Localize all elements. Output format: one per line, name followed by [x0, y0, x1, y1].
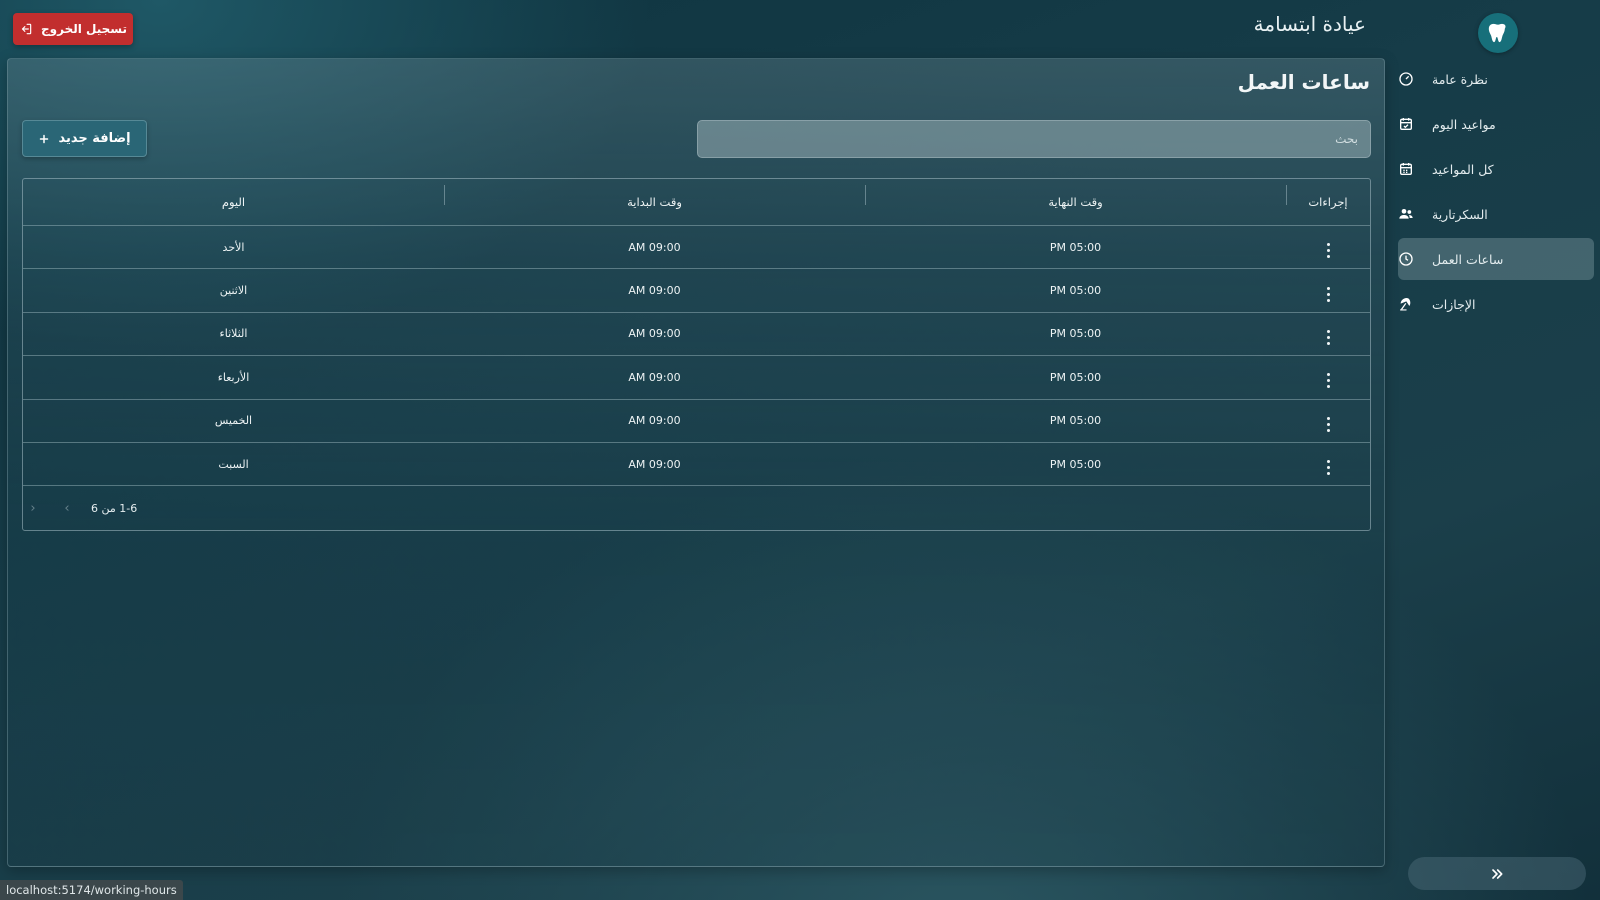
cell-end-time: 05:00 PM [1049, 457, 1102, 471]
sidebar-item-today-appointments[interactable]: مواعيد اليوم [1398, 103, 1594, 145]
clock-icon [1399, 252, 1413, 266]
beach-umbrella-icon [1400, 298, 1411, 311]
row-actions-button[interactable] [1286, 366, 1370, 389]
row-actions-button[interactable] [1286, 453, 1370, 476]
table-row: 05:00 PM 09:00 AM السبت [23, 443, 1370, 487]
plus-icon [40, 134, 49, 143]
cell-start-time: 09:00 AM [628, 457, 681, 471]
cell-day: السبت [218, 457, 249, 471]
row-actions-button[interactable] [1286, 280, 1370, 302]
cell-end-time: 05:00 PM [1049, 240, 1102, 254]
sidebar-item-working-hours[interactable]: ساعات العمل [1398, 238, 1594, 280]
cell-day: الأربعاء [217, 370, 250, 384]
cell-day: الخميس [214, 414, 253, 428]
column-header-end-time[interactable]: وقت النهاية [865, 185, 1286, 209]
cell-start-time: 09:00 AM [628, 370, 681, 384]
cell-day: الأحد [222, 240, 245, 254]
kebab-menu-icon [1326, 373, 1330, 389]
column-header-start-time[interactable]: وقت البداية [444, 185, 865, 209]
pagination-range: 1-6 من 6 [91, 501, 138, 515]
logout-icon [21, 23, 32, 35]
sidebar-item-label: نظرة عامة [1432, 71, 1488, 87]
column-header-actions: إجراءات [1286, 185, 1370, 209]
previous-page-icon[interactable]: ‹ [23, 501, 43, 516]
sidebar-item-all-appointments[interactable]: كل المواعيد [1398, 148, 1594, 190]
table-row: 05:00 PM 09:00 AM الأحد [23, 226, 1370, 270]
add-new-button[interactable]: إضافة جديد [22, 120, 147, 157]
calendar-check-icon [1400, 118, 1412, 130]
clinic-name: عيادة ابتسامة [1253, 12, 1366, 36]
cell-end-time: 05:00 PM [1049, 327, 1102, 341]
next-page-icon[interactable]: › [57, 501, 77, 516]
sidebar-item-label: مواعيد اليوم [1432, 116, 1496, 132]
cell-start-time: 09:00 AM [628, 284, 681, 298]
sidebar-item-label: الإجازات [1432, 296, 1476, 312]
sidebar-nav: نظرة عامة مواعيد اليوم كل المواعيد السكر… [1398, 58, 1594, 328]
kebab-menu-icon [1326, 460, 1330, 476]
cell-end-time: 05:00 PM [1049, 414, 1102, 428]
search-input[interactable] [697, 120, 1371, 158]
sidebar-item-label: ساعات العمل [1432, 251, 1504, 267]
main-panel: ساعات العمل إضافة جديد إجراءات وقت النها… [7, 58, 1385, 867]
sidebar-item-overview[interactable]: نظرة عامة [1398, 58, 1594, 100]
kebab-menu-icon [1326, 243, 1330, 259]
table-row: 05:00 PM 09:00 AM الأربعاء [23, 356, 1370, 400]
double-chevron-right-icon [1492, 868, 1503, 879]
cell-start-time: 09:00 AM [628, 327, 681, 341]
gauge-icon [1399, 72, 1413, 86]
cell-end-time: 05:00 PM [1049, 370, 1102, 384]
cell-start-time: 09:00 AM [628, 414, 681, 428]
working-hours-table: إجراءات وقت النهاية وقت البداية اليوم 05… [22, 178, 1371, 531]
table-pagination: ‹ › 1-6 من 6 [23, 486, 1370, 530]
calendar-grid-icon [1400, 163, 1412, 175]
cell-start-time: 09:00 AM [628, 240, 681, 254]
row-actions-button[interactable] [1286, 410, 1370, 432]
sidebar: نظرة عامة مواعيد اليوم كل المواعيد السكر… [1392, 0, 1600, 900]
column-header-day[interactable]: اليوم [23, 195, 444, 209]
logout-button[interactable]: تسجيل الخروج [13, 13, 133, 45]
cell-end-time: 05:00 PM [1049, 284, 1102, 298]
row-actions-button[interactable] [1286, 323, 1370, 345]
table-row: 05:00 PM 09:00 AM الثلاثاء [23, 313, 1370, 357]
logout-label: تسجيل الخروج [41, 22, 127, 36]
kebab-menu-icon [1326, 286, 1330, 302]
sidebar-item-label: السكرتارية [1432, 206, 1488, 222]
top-bar: تسجيل الخروج عيادة ابتسامة [0, 0, 1390, 58]
table-header-row: إجراءات وقت النهاية وقت البداية اليوم [23, 179, 1370, 226]
row-actions-button[interactable] [1286, 236, 1370, 259]
table-row: 05:00 PM 09:00 AM الاثنين [23, 269, 1370, 313]
add-new-label: إضافة جديد [58, 131, 131, 146]
kebab-menu-icon [1326, 329, 1330, 345]
users-icon [1399, 209, 1413, 219]
sidebar-item-label: كل المواعيد [1432, 161, 1494, 177]
sidebar-item-vacations[interactable]: الإجازات [1398, 283, 1594, 325]
status-bar-url: localhost:5174/working-hours [0, 880, 183, 900]
table-row: 05:00 PM 09:00 AM الخميس [23, 400, 1370, 443]
sidebar-item-secretaries[interactable]: السكرتارية [1398, 193, 1594, 235]
cell-day: الاثنين [219, 284, 248, 298]
tooth-logo-icon[interactable] [1478, 13, 1518, 53]
page-title: ساعات العمل [1237, 70, 1370, 94]
sidebar-collapse-button[interactable] [1408, 857, 1586, 890]
cell-day: الثلاثاء [219, 327, 248, 341]
kebab-menu-icon [1326, 416, 1330, 432]
